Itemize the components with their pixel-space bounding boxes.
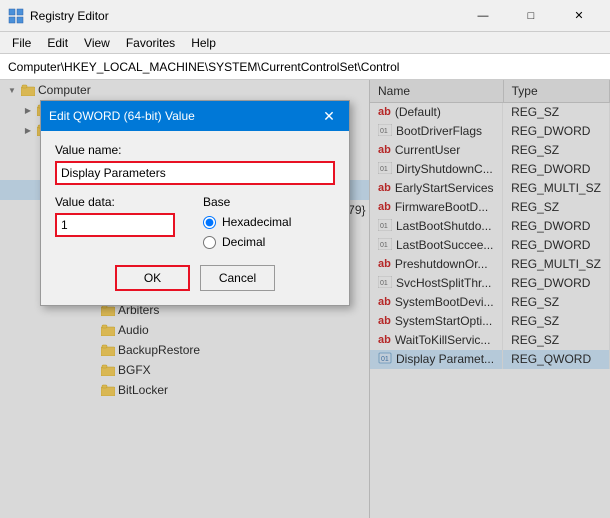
menu-favorites[interactable]: Favorites — [118, 34, 183, 52]
address-text: Computer\HKEY_LOCAL_MACHINE\SYSTEM\Curre… — [8, 60, 399, 74]
base-label: Base — [203, 195, 335, 209]
radio-dec-label: Decimal — [222, 235, 265, 249]
value-data-label: Value data: — [55, 195, 187, 209]
ok-button[interactable]: OK — [115, 265, 190, 291]
maximize-button[interactable]: □ — [508, 1, 554, 31]
modal-title: Edit QWORD (64-bit) Value — [49, 109, 317, 123]
edit-qword-dialog: Edit QWORD (64-bit) Value ✕ Value name: … — [40, 100, 350, 306]
cancel-button[interactable]: Cancel — [200, 265, 275, 291]
modal-buttons: OK Cancel — [55, 265, 335, 291]
title-bar: Registry Editor — □ ✕ — [0, 0, 610, 32]
value-name-input[interactable] — [55, 161, 335, 185]
menu-edit[interactable]: Edit — [39, 34, 76, 52]
menu-bar: File Edit View Favorites Help — [0, 32, 610, 54]
radio-decimal[interactable]: Decimal — [203, 235, 335, 249]
radio-hex-input[interactable] — [203, 216, 216, 229]
radio-hex-label: Hexadecimal — [222, 215, 291, 229]
modal-overlay: Edit QWORD (64-bit) Value ✕ Value name: … — [0, 80, 610, 518]
app-title: Registry Editor — [30, 9, 109, 23]
menu-view[interactable]: View — [76, 34, 118, 52]
base-section: Base Hexadecimal Decimal — [203, 195, 335, 249]
modal-body: Value name: Value data: Base Hexadecimal — [41, 131, 349, 305]
window-controls: — □ ✕ — [460, 1, 602, 31]
close-button[interactable]: ✕ — [556, 1, 602, 31]
minimize-button[interactable]: — — [460, 1, 506, 31]
radio-hexadecimal[interactable]: Hexadecimal — [203, 215, 335, 229]
value-data-input[interactable] — [55, 213, 175, 237]
address-bar: Computer\HKEY_LOCAL_MACHINE\SYSTEM\Curre… — [0, 54, 610, 80]
main-content: ▼ Computer ▶ HKEY_LOCAL_MACHINE ▶ H ▼ — [0, 80, 610, 518]
modal-close-button[interactable]: ✕ — [317, 104, 341, 128]
value-name-label: Value name: — [55, 143, 335, 157]
menu-help[interactable]: Help — [183, 34, 224, 52]
menu-file[interactable]: File — [4, 34, 39, 52]
radio-dec-input[interactable] — [203, 236, 216, 249]
modal-titlebar: Edit QWORD (64-bit) Value ✕ — [41, 101, 349, 131]
value-data-section: Value data: — [55, 195, 187, 249]
radio-group-base: Hexadecimal Decimal — [203, 215, 335, 249]
app-icon — [8, 8, 24, 24]
